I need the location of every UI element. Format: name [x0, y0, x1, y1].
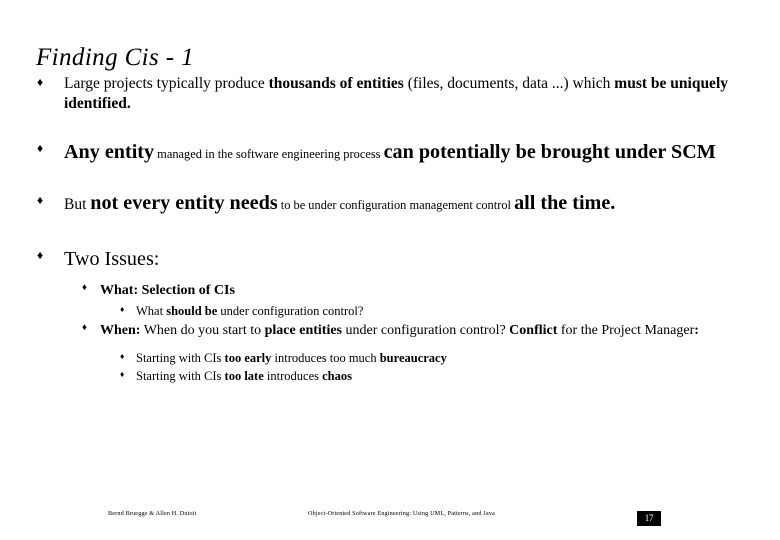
bullet-item-any-entity: ♦ Any entity managed in the software eng… — [0, 140, 780, 166]
sub-bullet-text-run: for the Project Manager — [557, 322, 695, 338]
bullet-text-run-bold: all the time. — [514, 192, 616, 215]
bullet-text-run: Large projects typically produce — [64, 75, 269, 92]
page-title: Finding Cis - 1 — [36, 43, 195, 71]
detail-text-run: introduces too much — [271, 350, 380, 365]
sub-bullet-text-run-bold: When: — [100, 322, 141, 338]
detail-text-run: Starting with CIs — [136, 350, 225, 365]
bullet-item-not-every-entity: ♦ But not every entity needs to be under… — [0, 191, 780, 217]
diamond-bullet-icon: ♦ — [82, 283, 87, 294]
bullet-text-run-bold: Any entity — [64, 140, 155, 163]
detail-item-too-early: ♦ Starting with CIs too early introduces… — [0, 350, 780, 367]
sub-bullet-item-when: ♦ When: When do you start to place entit… — [0, 322, 780, 340]
detail-text-run: Starting with CIs — [136, 369, 225, 384]
bullet-text-run: to be under configuration management con… — [277, 198, 515, 213]
diamond-bullet-icon: ♦ — [37, 192, 44, 207]
bullet-text-run: managed in the software engineering proc… — [154, 146, 384, 161]
detail-text-run-bold: should be — [166, 304, 218, 319]
footer-book-title: Object-Oriented Software Engineering: Us… — [308, 510, 495, 517]
slide-body: ♦ Large projects typically produce thous… — [0, 74, 780, 387]
slide-canvas: Finding Cis - 1 ♦ Large projects typical… — [0, 0, 780, 540]
sub-bullet-text-run: under configuration control? — [342, 322, 510, 338]
sub-bullet-text-run-bold: : — [694, 322, 699, 338]
detail-text-run-bold: too late — [224, 369, 264, 384]
diamond-bullet-icon: ♦ — [37, 248, 44, 263]
page-number-badge: 17 — [637, 511, 661, 526]
sub-bullet-text-run: When do you start to — [140, 322, 265, 338]
sub-bullet-text-run-bold: place entities — [264, 322, 342, 338]
diamond-bullet-icon: ♦ — [120, 369, 125, 380]
sub-bullet-text-run-bold: What: Selection of CIs — [100, 283, 235, 299]
footer-authors: Bernd Bruegge & Allen H. Dutoit — [108, 510, 197, 517]
bullet-text-run: But — [64, 196, 91, 214]
detail-text-run-bold: bureaucracy — [379, 350, 447, 365]
bullet-text-run-bold: thousands of entities — [268, 75, 404, 92]
detail-text-run-bold: too early — [224, 350, 272, 365]
detail-item-too-late: ♦ Starting with CIs too late introduces … — [0, 368, 780, 385]
diamond-bullet-icon: ♦ — [37, 75, 44, 90]
bullet-item-two-issues: ♦ Two Issues: — [0, 247, 780, 273]
bullet-text-run: Two Issues: — [64, 248, 160, 271]
diamond-bullet-icon: ♦ — [120, 303, 125, 314]
bullet-item-entities: ♦ Large projects typically produce thous… — [0, 74, 780, 114]
detail-text-run-bold: chaos — [322, 369, 352, 384]
detail-text-run: under configuration control? — [217, 304, 364, 319]
detail-text-run: What — [136, 304, 167, 319]
detail-item-what-should-be: ♦ What should be under configuration con… — [0, 303, 780, 320]
bullet-text-run-bold: can potentially be brought under SCM — [383, 140, 716, 163]
slide-footer: Bernd Bruegge & Allen H. Dutoit Object-O… — [0, 498, 780, 540]
detail-text-run: introduces — [263, 369, 323, 384]
sub-bullet-text-run-bold: Conflict — [509, 322, 558, 338]
diamond-bullet-icon: ♦ — [37, 140, 44, 155]
diamond-bullet-icon: ♦ — [82, 322, 87, 333]
bullet-text-run-bold: not every entity needs — [90, 192, 278, 215]
sub-bullet-item-what: ♦ What: Selection of CIs — [0, 282, 780, 300]
bullet-text-run: (files, documents, data ...) which — [403, 75, 615, 92]
diamond-bullet-icon: ♦ — [120, 350, 125, 361]
bullet-text-run: . — [126, 94, 131, 112]
